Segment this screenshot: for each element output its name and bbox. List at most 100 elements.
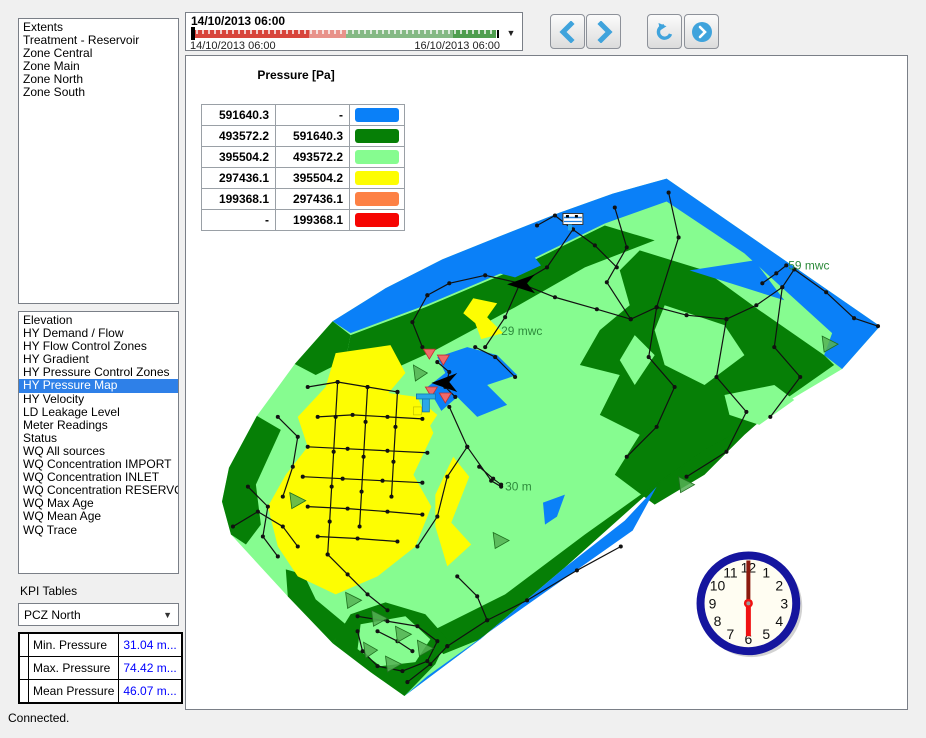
kpi-metric-value: 46.07 m... xyxy=(119,680,182,704)
timeline-dropdown-icon[interactable]: ▼ xyxy=(503,25,519,41)
layer-item[interactable]: HY Demand / Flow xyxy=(19,327,178,340)
svg-text:8: 8 xyxy=(714,613,722,629)
legend-to: 395504.2 xyxy=(276,168,350,189)
extents-item[interactable]: Treatment - Reservoir xyxy=(19,34,178,47)
kpi-row-handle xyxy=(19,633,29,657)
reset-rotate-icon xyxy=(654,21,676,43)
svg-text:1: 1 xyxy=(762,564,770,580)
layer-item[interactable]: WQ Mean Age xyxy=(19,510,178,523)
legend-row: 199368.1 297436.1 xyxy=(202,189,405,210)
timeline-end-label: 16/10/2013 06:00 xyxy=(414,40,500,52)
timeline-current-datetime: 14/10/2013 06:00 xyxy=(191,14,285,28)
reset-button[interactable] xyxy=(647,14,682,49)
svg-text:2: 2 xyxy=(775,577,783,593)
extents-item[interactable]: Zone Main xyxy=(19,60,178,73)
legend-color-swatch xyxy=(355,171,399,185)
next-button[interactable] xyxy=(586,14,621,49)
layer-item[interactable]: WQ Concentration IMPORT xyxy=(19,458,178,471)
legend-to: 493572.2 xyxy=(276,147,350,168)
layer-item[interactable]: LD Leakage Level xyxy=(19,406,178,419)
svg-text:11: 11 xyxy=(723,564,738,580)
timeline-position-marker[interactable] xyxy=(191,27,195,40)
layer-item[interactable]: WQ Concentration INLET xyxy=(19,471,178,484)
kpi-zone-dropdown[interactable]: PCZ North ▼ xyxy=(18,603,179,626)
legend-title: Pressure [Pa] xyxy=(201,68,391,82)
layer-item[interactable]: WQ Max Age xyxy=(19,497,178,510)
kpi-row: Min. Pressure 31.04 m... xyxy=(19,633,182,657)
layer-item[interactable]: HY Flow Control Zones xyxy=(19,340,178,353)
timeline-tick-marks xyxy=(192,30,498,34)
chevron-down-icon: ▼ xyxy=(163,610,172,620)
svg-text:5: 5 xyxy=(762,626,770,642)
legend-from: 395504.2 xyxy=(202,147,276,168)
kpi-metric-name: Mean Pressure xyxy=(29,680,119,704)
previous-button[interactable] xyxy=(550,14,585,49)
legend-row: - 199368.1 xyxy=(202,210,405,231)
legend-from: 297436.1 xyxy=(202,168,276,189)
kpi-tables-label: KPI Tables xyxy=(20,584,77,598)
legend-row: 297436.1 395504.2 xyxy=(202,168,405,189)
legend-to: - xyxy=(276,105,350,126)
extents-item[interactable]: Zone Central xyxy=(19,47,178,60)
kpi-zone-dropdown-value: PCZ North xyxy=(24,608,81,622)
legend-color-swatch xyxy=(355,213,399,227)
legend-color-swatch xyxy=(355,108,399,122)
map-label-29mwc: 29 mwc xyxy=(501,324,542,338)
legend-to: 199368.1 xyxy=(276,210,350,231)
layer-item-selected[interactable]: HY Pressure Map xyxy=(19,379,178,392)
legend-row: 493572.2 591640.3 xyxy=(202,126,405,147)
clock-widget: 12 1 2 3 4 5 6 7 8 9 10 11 xyxy=(701,555,803,657)
kpi-row-handle xyxy=(19,680,29,704)
kpi-row: Max. Pressure 74.42 m... xyxy=(19,657,182,680)
kpi-metric-name: Min. Pressure xyxy=(29,633,119,657)
legend-color-swatch xyxy=(355,129,399,143)
timeline-control[interactable]: 14/10/2013 06:00 14/10/2013 06:00 16/10/… xyxy=(185,12,523,51)
kpi-metric-value: 31.04 m... xyxy=(119,633,182,657)
svg-text:4: 4 xyxy=(775,613,783,629)
map-view-panel[interactable]: 59 mwc 29 mwc 30 m 12 1 2 3 4 5 6 7 8 9 … xyxy=(185,55,908,710)
extents-item[interactable]: Zone South xyxy=(19,86,178,99)
app-window: { "window": { "status": "Connected." }, … xyxy=(0,0,926,738)
timeline-start-label: 14/10/2013 06:00 xyxy=(190,40,276,52)
layer-item[interactable]: HY Gradient xyxy=(19,353,178,366)
timeline-right-cap xyxy=(497,30,499,38)
map-label-30mwc: 30 m xyxy=(505,480,532,494)
legend-row: 395504.2 493572.2 xyxy=(202,147,405,168)
legend-color-swatch xyxy=(355,150,399,164)
legend-from: - xyxy=(202,210,276,231)
extents-item[interactable]: Extents xyxy=(19,21,178,34)
legend-from: 591640.3 xyxy=(202,105,276,126)
kpi-row: Mean Pressure 46.07 m... xyxy=(19,680,182,704)
layer-item[interactable]: Elevation xyxy=(19,314,178,327)
layer-item[interactable]: WQ Concentration RESERVOIR xyxy=(19,484,178,497)
layer-item[interactable]: WQ All sources xyxy=(19,445,178,458)
kpi-metric-name: Max. Pressure xyxy=(29,657,119,680)
legend-to: 297436.1 xyxy=(276,189,350,210)
legend-to: 591640.3 xyxy=(276,126,350,147)
pressure-legend-table: 591640.3 - 493572.2 591640.3 395504.2 49… xyxy=(201,104,405,231)
map-label-59mwc: 59 mwc xyxy=(788,258,829,272)
svg-text:7: 7 xyxy=(727,626,735,642)
status-bar-text: Connected. xyxy=(8,711,69,725)
layer-item[interactable]: WQ Trace xyxy=(19,524,178,537)
layer-item[interactable]: HY Pressure Control Zones xyxy=(19,366,178,379)
kpi-metric-value: 74.42 m... xyxy=(119,657,182,680)
previous-arrow-icon xyxy=(557,21,579,43)
svg-text:9: 9 xyxy=(709,595,717,611)
svg-text:3: 3 xyxy=(780,595,788,611)
legend-color-swatch xyxy=(355,192,399,206)
legend-from: 493572.2 xyxy=(202,126,276,147)
legend-row: 591640.3 - xyxy=(202,105,405,126)
next-arrow-icon xyxy=(593,21,615,43)
legend-from: 199368.1 xyxy=(202,189,276,210)
extents-item[interactable]: Zone North xyxy=(19,73,178,86)
kpi-table: Min. Pressure 31.04 m... Max. Pressure 7… xyxy=(18,632,183,704)
extents-listbox[interactable]: Extents Treatment - Reservoir Zone Centr… xyxy=(18,18,179,304)
kpi-row-handle xyxy=(19,657,29,680)
step-forward-button[interactable] xyxy=(684,14,719,49)
layer-item[interactable]: Status xyxy=(19,432,178,445)
layer-item[interactable]: HY Velocity xyxy=(19,393,178,406)
step-forward-circle-icon xyxy=(690,20,714,44)
layer-item[interactable]: Meter Readings xyxy=(19,419,178,432)
layers-listbox[interactable]: Elevation HY Demand / Flow HY Flow Contr… xyxy=(18,311,179,574)
